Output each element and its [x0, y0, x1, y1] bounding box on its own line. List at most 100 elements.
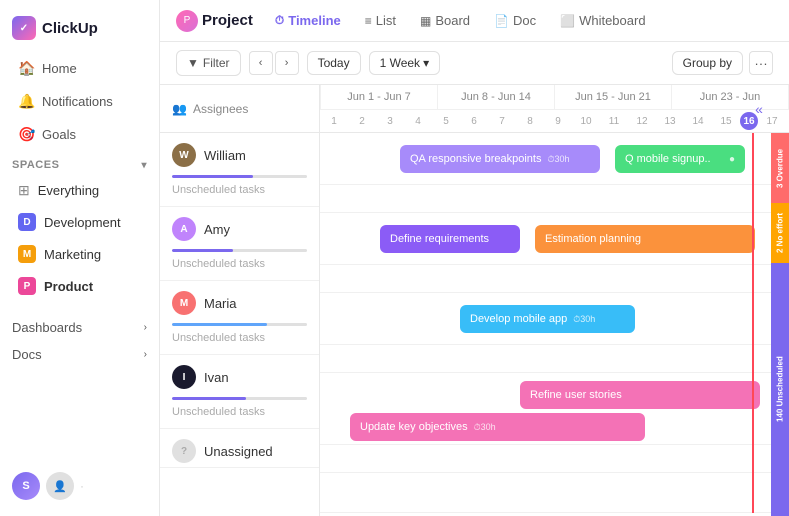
sidebar-item-notifications[interactable]: 🔔 Notifications	[6, 86, 153, 117]
task-label: QA responsive breakpoints	[410, 153, 541, 165]
sidebar-item-product[interactable]: P Product	[6, 271, 153, 301]
task-bar-develop[interactable]: Develop mobile app ⏱30h	[460, 305, 635, 333]
chevron-down-icon: ▾	[423, 56, 429, 70]
date-num: 5	[432, 110, 460, 132]
gantt-row-maria: Develop mobile app ⏱30h	[320, 293, 789, 345]
unscheduled-row	[320, 265, 789, 293]
task-bar-define[interactable]: Define requirements	[380, 225, 520, 253]
date-num: 8	[516, 110, 544, 132]
whiteboard-icon: ⬜	[560, 14, 575, 28]
main-content: P Project ⏱ Timeline ≡ List ▦ Board 📄 Do…	[160, 0, 789, 516]
list-icon: ≡	[365, 14, 372, 28]
unscheduled-row	[320, 345, 789, 373]
date-num: 14	[684, 110, 712, 132]
today-button[interactable]: Today	[307, 51, 361, 75]
docs-label: Docs	[12, 347, 42, 362]
task-label: Define requirements	[390, 233, 489, 245]
goals-icon: 🎯	[18, 126, 34, 143]
page-header: P Project ⏱ Timeline ≡ List ▦ Board 📄 Do…	[160, 0, 789, 42]
date-range: Jun 8 - Jun 14	[438, 85, 555, 109]
sidebar-item-label: Notifications	[42, 94, 113, 109]
more-options-button[interactable]: ···	[749, 51, 773, 75]
assignee-row: I Ivan Unscheduled tasks	[160, 355, 319, 429]
badge-unscheduled[interactable]: 140 Unscheduled	[771, 263, 789, 516]
bell-icon: 🔔	[18, 93, 34, 110]
sidebar-item-label: Product	[44, 279, 93, 294]
unscheduled-row	[320, 445, 789, 473]
date-num: 1	[320, 110, 348, 132]
date-num: 2	[348, 110, 376, 132]
assignee-name: William	[204, 148, 246, 163]
date-num: 4	[404, 110, 432, 132]
sidebar-item-dashboards[interactable]: Dashboards ›	[0, 314, 159, 341]
team-avatar[interactable]: 👤	[46, 472, 74, 500]
board-icon: ▦	[420, 14, 431, 28]
home-icon: 🏠	[18, 60, 34, 77]
groupby-label: Group by	[683, 56, 732, 70]
unscheduled-label: Unscheduled tasks	[160, 254, 319, 280]
unscheduled-label: Unscheduled tasks	[160, 402, 319, 428]
app-logo[interactable]: ✓ ClickUp	[0, 8, 159, 52]
gantt-row-unassigned	[320, 473, 789, 513]
tab-list[interactable]: ≡ List	[355, 8, 406, 33]
collapse-button[interactable]: «	[749, 85, 769, 133]
task-bar-mobile-signup[interactable]: Q mobile signup.. ●	[615, 145, 745, 173]
tab-whiteboard[interactable]: ⬜ Whiteboard	[550, 8, 655, 33]
assignee-row: W William Unscheduled tasks	[160, 133, 319, 207]
sidebar-footer: S 👤 ·	[0, 464, 159, 508]
everything-icon: ⊞	[18, 182, 30, 199]
sidebar-item-development[interactable]: D Development	[6, 207, 153, 237]
prev-button[interactable]: ‹	[249, 51, 273, 75]
unscheduled-row	[320, 185, 789, 213]
filter-button[interactable]: ▼ Filter	[176, 50, 241, 76]
date-range: Jun 23 - Jun	[672, 85, 789, 109]
groupby-button[interactable]: Group by	[672, 51, 743, 75]
sidebar-item-goals[interactable]: 🎯 Goals	[6, 119, 153, 150]
sidebar-item-everything[interactable]: ⊞ Everything	[6, 176, 153, 205]
assignee-info: W William	[160, 133, 319, 171]
toolbar-right: Group by ···	[672, 51, 773, 75]
tab-board[interactable]: ▦ Board	[410, 8, 480, 33]
date-num: 9	[544, 110, 572, 132]
gantt-row-amy: Define requirements Estimation planning	[320, 213, 789, 265]
avatar: A	[172, 217, 196, 241]
gantt-inner: 👥 Assignees W William Unscheduled tasks	[160, 85, 789, 516]
user-avatar[interactable]: S	[12, 472, 40, 500]
sidebar-item-label: Home	[42, 61, 77, 76]
avatar: ?	[172, 439, 196, 463]
page-title: Project	[202, 12, 253, 29]
assignee-row: M Maria Unscheduled tasks	[160, 281, 319, 355]
sidebar-item-home[interactable]: 🏠 Home	[6, 53, 153, 84]
dashboards-label: Dashboards	[12, 320, 82, 335]
spaces-section: Spaces ▾	[0, 151, 159, 175]
assignees-header: 👥 Assignees	[160, 85, 319, 133]
gantt-row-ivan: Refine user stories Update key objective…	[320, 373, 789, 445]
logo-icon: ✓	[12, 16, 36, 40]
assignee-name: Maria	[204, 296, 237, 311]
gantt-row-william: QA responsive breakpoints ⏱30h Q mobile …	[320, 133, 789, 185]
badge-no-effort[interactable]: 2 No effort	[771, 203, 789, 263]
sidebar-item-docs[interactable]: Docs ›	[0, 341, 159, 368]
badge-overdue[interactable]: 3 Overdue	[771, 133, 789, 203]
task-label: Develop mobile app	[470, 313, 567, 325]
task-label: Estimation planning	[545, 233, 641, 245]
toolbar: ▼ Filter ‹ › Today 1 Week ▾ Group by ···	[160, 42, 789, 85]
task-bar-update[interactable]: Update key objectives ⏱30h	[350, 413, 645, 441]
assignee-name: Amy	[204, 222, 230, 237]
tab-doc[interactable]: 📄 Doc	[484, 8, 546, 33]
tab-timeline[interactable]: ⏱ Timeline	[265, 8, 351, 33]
week-label: 1 Week	[380, 56, 420, 70]
task-bar-refine[interactable]: Refine user stories	[520, 381, 760, 409]
task-bar-qa[interactable]: QA responsive breakpoints ⏱30h	[400, 145, 600, 173]
assignee-name: Ivan	[204, 370, 229, 385]
week-button[interactable]: 1 Week ▾	[369, 51, 441, 75]
date-range: Jun 15 - Jun 21	[555, 85, 672, 109]
sidebar-item-marketing[interactable]: M Marketing	[6, 239, 153, 269]
next-button[interactable]: ›	[275, 51, 299, 75]
assignees-icon: 👥	[172, 102, 187, 116]
sidebar-extras: Dashboards › Docs ›	[0, 314, 159, 368]
task-bar-estimation[interactable]: Estimation planning	[535, 225, 755, 253]
nav-arrows: ‹ ›	[249, 51, 299, 75]
app-name: ClickUp	[42, 20, 98, 37]
date-num: 7	[488, 110, 516, 132]
